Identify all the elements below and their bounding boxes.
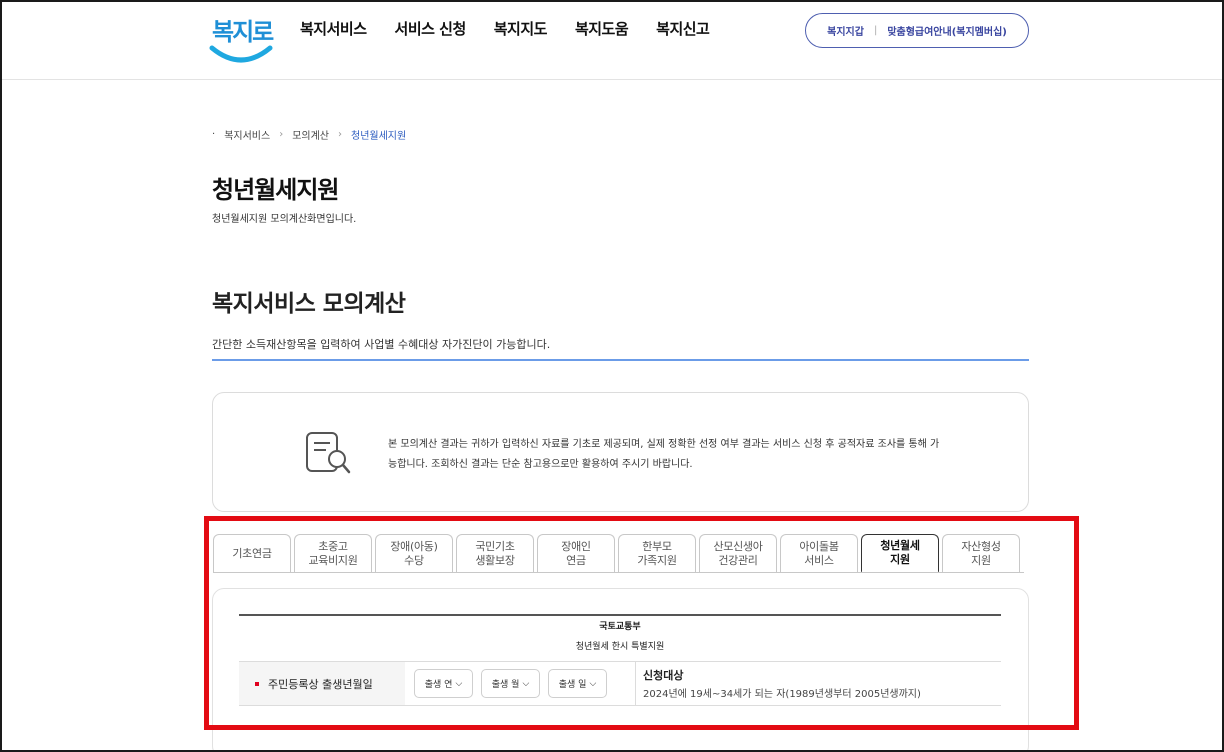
tab-education-support[interactable]: 초중고 교육비지원 xyxy=(294,534,372,572)
tab-childcare-service[interactable]: 아이돌봄 서비스 xyxy=(780,534,858,572)
nav-service-apply[interactable]: 서비스 신청 xyxy=(395,18,467,39)
table-row: 주민등록상 출생년월일 출생 연 ⌵ 출생 월 ⌵ 출생 일 ⌵ 신청대상 2024년… xyxy=(239,661,1001,706)
tab-disability-child-allowance[interactable]: 장애(아동) 수당 xyxy=(375,534,453,572)
section-title: 복지서비스 모의계산 xyxy=(212,291,406,317)
logo-smile-icon xyxy=(209,45,273,63)
ministry-name: 국토교통부 xyxy=(599,621,641,632)
util-membership-link[interactable]: 맞춤형급여안내(복지멤버십) xyxy=(887,23,1007,38)
section-description: 간단한 소득재산항목을 입력하여 사업별 수혜대상 자가진단이 가능합니다. xyxy=(212,338,551,351)
notice-box: 본 모의계산 결과는 귀하가 입력하신 자료를 기초로 제공되며, 실제 정확한… xyxy=(212,392,1029,512)
chevron-down-icon: ⌵ xyxy=(522,678,530,689)
util-wallet-link[interactable]: 복지지갑 xyxy=(827,23,864,38)
birth-month-select[interactable]: 출생 월 ⌵ xyxy=(481,669,540,698)
nav-welfare-help[interactable]: 복지도움 xyxy=(575,18,629,39)
calculator-tabs: 기초연금 초중고 교육비지원 장애(아동) 수당 국민기초 생활보장 장애인 연금 한부… xyxy=(213,534,1020,573)
tab-disability-pension[interactable]: 장애인 연금 xyxy=(537,534,615,572)
util-links: 복지지갑 | 맞춤형급여안내(복지멤버십) xyxy=(805,13,1029,48)
required-marker-icon xyxy=(255,681,259,686)
tabs-baseline xyxy=(213,572,1024,573)
breadcrumb: · 복지서비스 › 모의계산 › 청년월세지원 xyxy=(212,127,406,142)
tab-maternal-newborn[interactable]: 산모신생아 건강관리 xyxy=(699,534,777,572)
util-divider: | xyxy=(873,25,878,36)
calculator-table: 국토교통부 청년월세 한시 특별지원 주민등록상 출생년월일 출생 연 ⌵ 출생 … xyxy=(239,614,1001,706)
nav-welfare-map[interactable]: 복지지도 xyxy=(494,18,548,39)
birthdate-label: 주민등록상 출생년월일 xyxy=(268,677,373,691)
eligibility-title: 신청대상 xyxy=(643,669,684,682)
tab-single-parent[interactable]: 한부모 가족지원 xyxy=(618,534,696,572)
table-top-border xyxy=(239,614,1001,616)
row-label: 주민등록상 출생년월일 xyxy=(239,662,405,705)
tab-basic-livelihood[interactable]: 국민기초 생활보장 xyxy=(456,534,534,572)
main-nav: 복지서비스 서비스 신청 복지지도 복지도움 복지신고 xyxy=(300,18,710,39)
chevron-right-icon: › xyxy=(279,129,284,140)
program-name: 청년월세 한시 특별지원 xyxy=(575,641,665,652)
page-subtitle: 청년월세지원 모의계산화면입니다. xyxy=(212,214,357,225)
birth-year-select[interactable]: 출생 연 ⌵ xyxy=(414,669,473,698)
document-search-icon xyxy=(306,432,351,474)
breadcrumb-bullet: · xyxy=(212,129,216,140)
section-divider xyxy=(212,359,1029,361)
bokjiro-logo[interactable]: 복지로 xyxy=(208,8,274,68)
chevron-down-icon: ⌵ xyxy=(455,678,463,689)
chevron-down-icon: ⌵ xyxy=(589,678,597,689)
tab-asset-building[interactable]: 자산형성 지원 xyxy=(942,534,1020,572)
eligibility-description: 2024년에 19세~34세가 되는 자(1989년생부터 2005년생까지) xyxy=(643,689,921,700)
site-header: 복지로 복지서비스 서비스 신청 복지지도 복지도움 복지신고 복지지갑 | 맞… xyxy=(0,0,1224,80)
breadcrumb-current: 청년월세지원 xyxy=(351,131,407,142)
eligibility-info: 신청대상 2024년에 19세~34세가 되는 자(1989년생부터 2005년… xyxy=(636,662,921,705)
nav-welfare-service[interactable]: 복지서비스 xyxy=(300,18,367,39)
chevron-right-icon: › xyxy=(338,129,342,140)
birthdate-inputs: 출생 연 ⌵ 출생 월 ⌵ 출생 일 ⌵ xyxy=(405,662,636,705)
tab-basic-pension[interactable]: 기초연금 xyxy=(213,534,291,572)
nav-welfare-report[interactable]: 복지신고 xyxy=(656,18,710,39)
breadcrumb-item[interactable]: 모의계산 xyxy=(292,127,329,142)
breadcrumb-item[interactable]: 복지서비스 xyxy=(224,127,270,142)
page-title: 청년월세지원 xyxy=(212,176,339,204)
birth-day-select[interactable]: 출생 일 ⌵ xyxy=(548,669,607,698)
notice-text: 본 모의계산 결과는 귀하가 입력하신 자료를 기초로 제공되며, 실제 정확한… xyxy=(388,439,940,470)
tab-youth-rent[interactable]: 청년월세 지원 xyxy=(861,534,939,573)
